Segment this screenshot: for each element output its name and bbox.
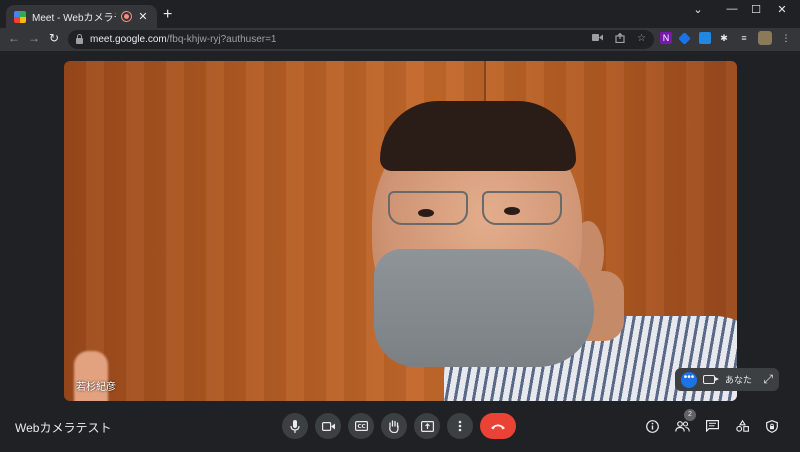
window-minimize-button[interactable]: — (720, 3, 744, 15)
person-hair (380, 101, 576, 171)
captions-button[interactable]: CC (348, 413, 374, 439)
meeting-title: Webカメラテスト (15, 421, 112, 435)
browser-titlebar: Meet - Webカメラテスト ✕ + ⌄ — ☐ ✕ (0, 0, 800, 28)
raise-hand-button[interactable] (381, 413, 407, 439)
glasses (358, 187, 578, 231)
present-screen-icon (420, 420, 434, 432)
activities-button[interactable] (731, 415, 753, 437)
svg-text:CC: CC (357, 424, 365, 430)
speaker-name-tag: 若杉紀彦 (76, 382, 116, 393)
video-camera-icon (321, 421, 335, 431)
share-icon[interactable] (615, 33, 625, 44)
url-host: meet.google.com (90, 34, 167, 45)
tab-title: Meet - Webカメラテスト (32, 13, 116, 24)
forward-button[interactable]: → (26, 31, 42, 45)
lock-icon (76, 33, 83, 44)
present-button[interactable] (414, 413, 440, 439)
url-path: /fbq-khjw-ryj?authuser=1 (166, 34, 277, 45)
puzzle-icon[interactable]: ✱ (718, 32, 730, 44)
chat-icon (705, 420, 719, 432)
raised-hand (74, 351, 108, 401)
reading-list-icon[interactable]: ≡ (738, 32, 750, 44)
self-view-tile[interactable]: ••• あなた ⤢ (675, 368, 779, 391)
leave-call-button[interactable] (480, 413, 516, 439)
star-icon[interactable]: ☆ (637, 33, 646, 44)
people-icon (674, 420, 690, 432)
window-maximize-button[interactable]: ☐ (744, 3, 768, 16)
meeting-info-button[interactable] (641, 415, 663, 437)
hang-up-icon (491, 424, 505, 429)
recording-indicator-icon (122, 12, 131, 21)
camera-button[interactable] (315, 413, 341, 439)
activities-shapes-icon (735, 420, 749, 432)
glasses-right-lens (482, 191, 562, 225)
face-mask (374, 249, 594, 367)
info-icon (645, 419, 659, 433)
expand-icon[interactable]: ⤢ (763, 372, 773, 387)
reload-button[interactable]: ↻ (46, 31, 62, 45)
browser-menu-icon[interactable]: ⋮ (780, 32, 792, 44)
host-controls-button[interactable] (761, 415, 783, 437)
browser-toolbar: ← → ↻ meet.google.com /fbq-khjw-ryj?auth… (0, 28, 800, 51)
hand-icon (389, 419, 399, 433)
captions-icon: CC (354, 421, 368, 431)
self-camera-icon (703, 375, 719, 384)
main-video-feed: 若杉紀彦 (64, 61, 737, 401)
microphone-button[interactable] (282, 413, 308, 439)
extension-icon-3[interactable] (699, 32, 711, 44)
self-tile-more-button[interactable]: ••• (681, 371, 697, 388)
glasses-left-lens (388, 191, 468, 225)
back-button[interactable]: ← (6, 31, 22, 45)
people-button[interactable] (671, 415, 693, 437)
more-options-button[interactable] (447, 413, 473, 439)
more-vert-icon (458, 420, 462, 432)
shield-lock-icon (766, 419, 778, 433)
microphone-icon (290, 419, 300, 433)
extension-icon-2[interactable] (678, 32, 691, 45)
self-label: あなた (725, 375, 753, 385)
meet-favicon-icon (14, 10, 26, 23)
chat-button[interactable] (701, 415, 723, 437)
onenote-extension-icon[interactable]: N (660, 32, 672, 44)
camera-icon[interactable] (592, 33, 604, 44)
tab-close-icon[interactable]: ✕ (137, 10, 149, 23)
new-tab-button[interactable]: + (163, 6, 172, 24)
window-close-button[interactable]: ✕ (770, 3, 794, 16)
profile-avatar[interactable] (758, 31, 772, 45)
meeting-stage: 若杉紀彦 ••• あなた ⤢ Webカメラテスト CC 2 (0, 51, 800, 452)
address-bar[interactable]: meet.google.com /fbq-khjw-ryj?authuser=1… (68, 30, 654, 49)
browser-tab-meet[interactable]: Meet - Webカメラテスト ✕ (6, 5, 157, 28)
window-dropdown-icon[interactable]: ⌄ (686, 3, 710, 16)
